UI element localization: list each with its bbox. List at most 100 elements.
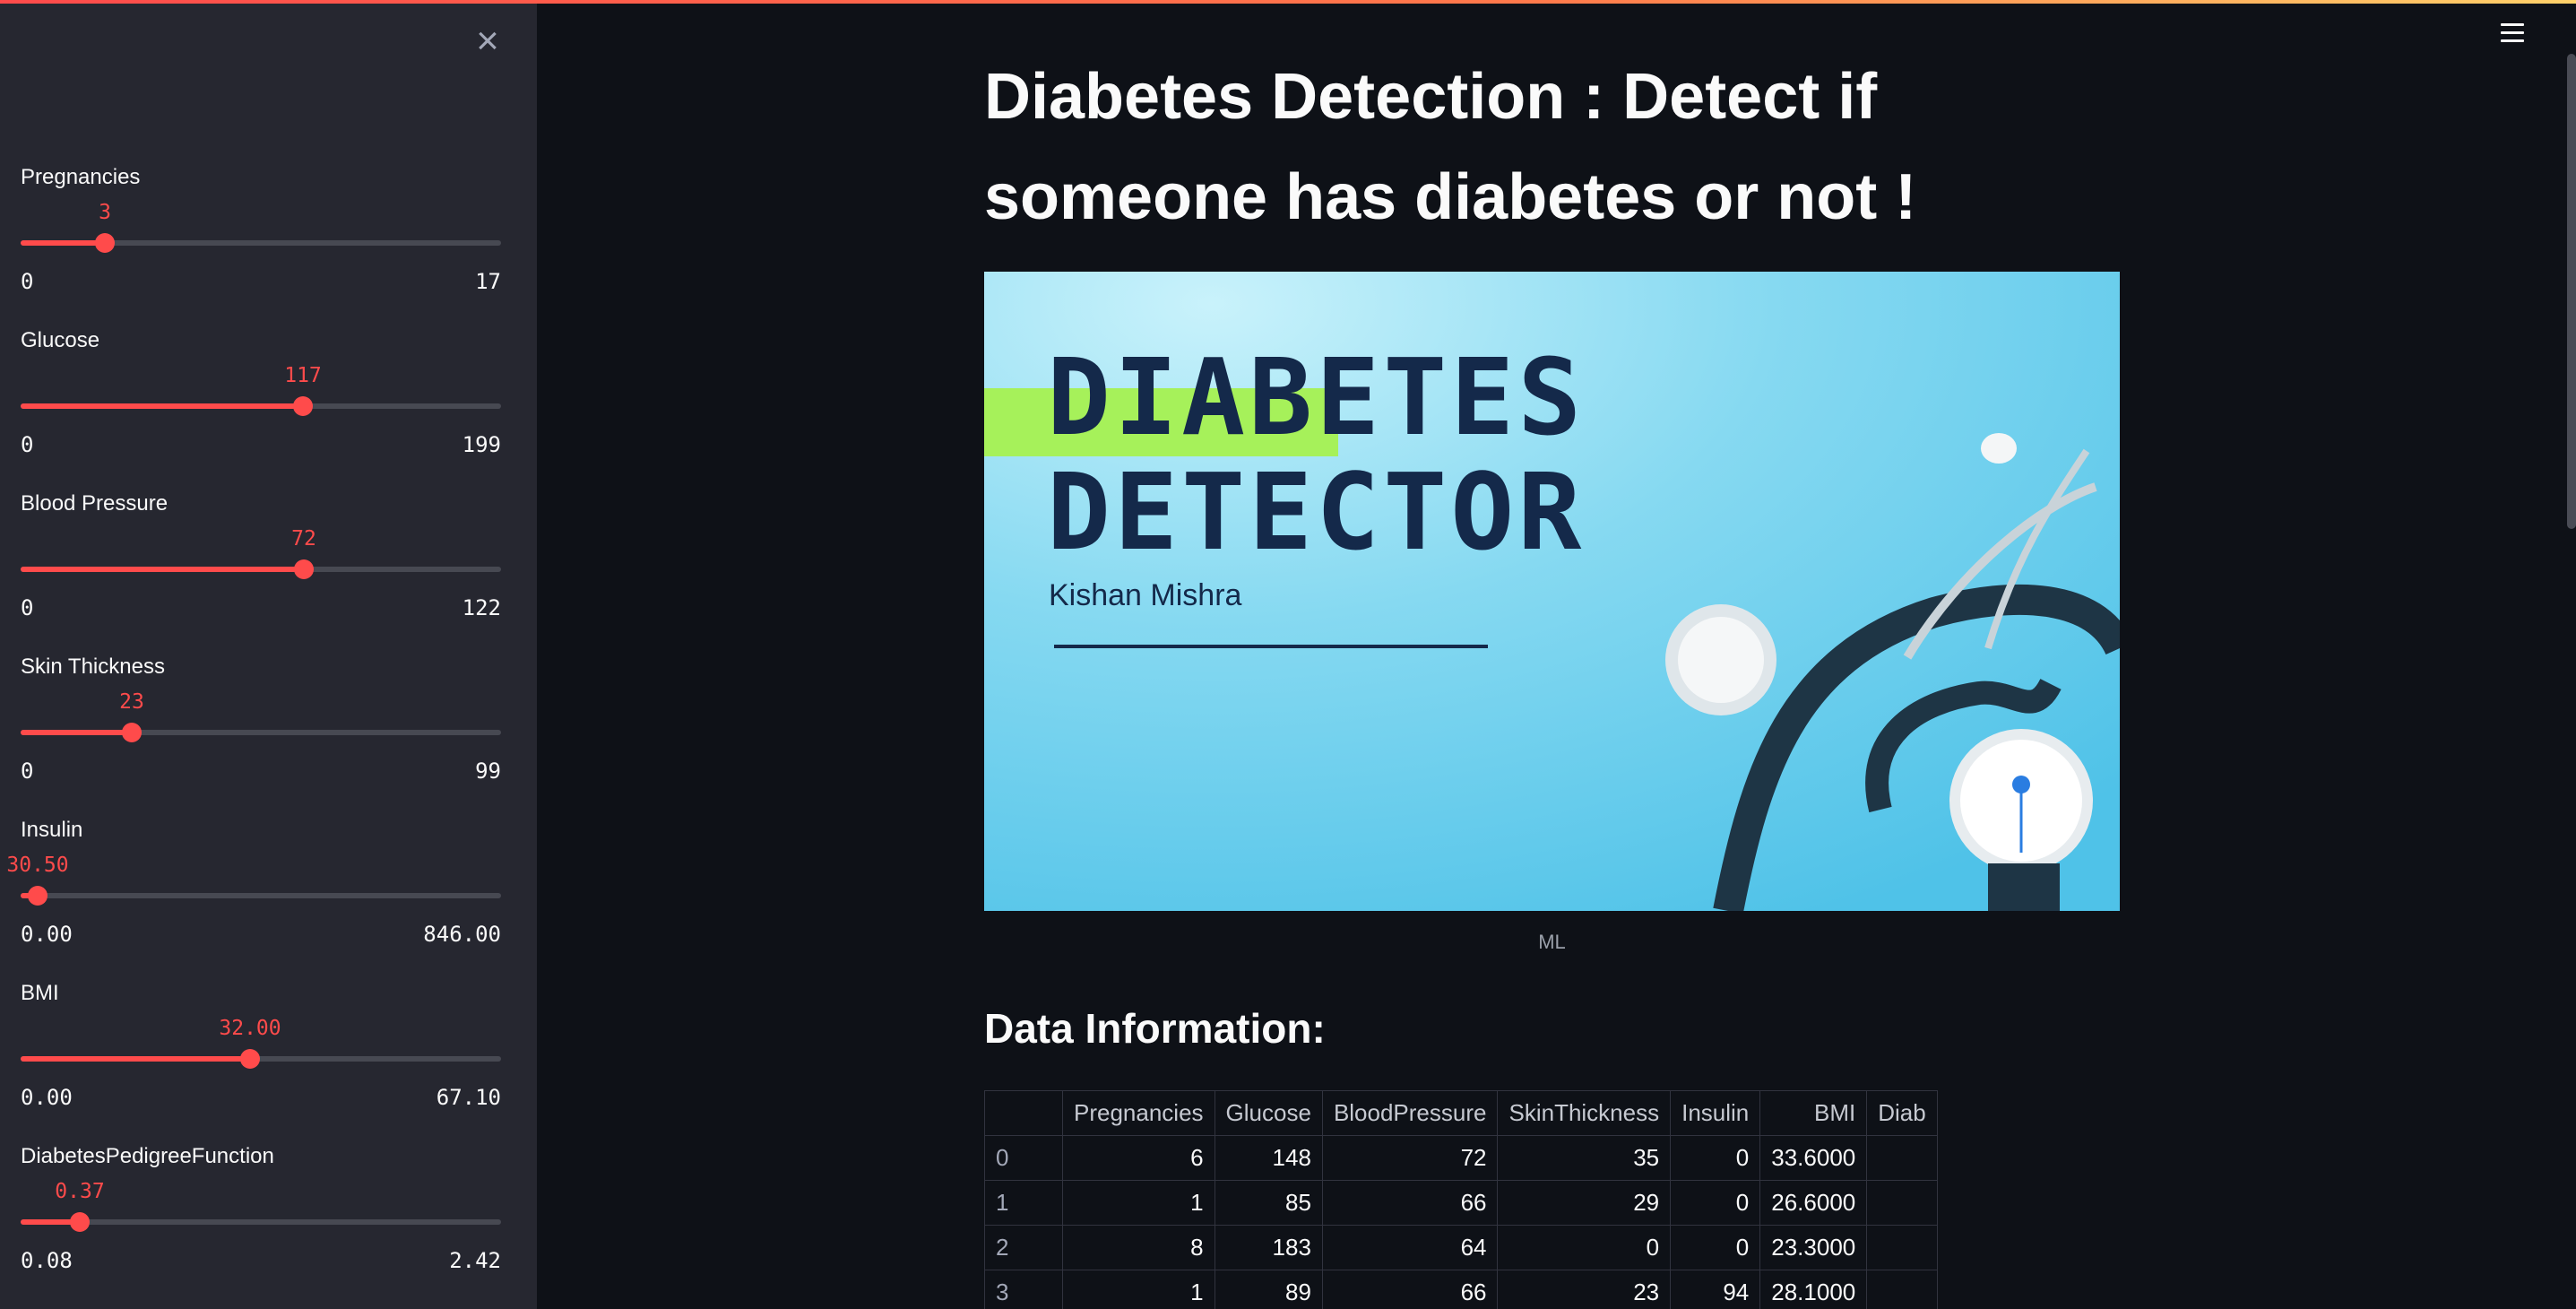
slider-min: 0 [21,759,34,784]
row-index: 1 [984,1180,1063,1226]
table-cell: 26.6000 [1759,1180,1868,1226]
slider-label: BMI [21,981,59,1005]
slider-max: 17 [475,269,501,294]
section-title: Data Information: [984,1005,1326,1052]
row-index: 2 [984,1225,1063,1270]
slider[interactable]: Insulin 30.50 0.00 846.00 [6,818,501,970]
table-cell: 23 [1497,1270,1672,1309]
table-column-header[interactable]: BMI [1759,1090,1868,1136]
slider-max: 199 [462,432,501,457]
table-cell: 89 [1214,1270,1323,1309]
slider-label: Pregnancies [21,165,141,189]
table-cell: 0 [1670,1180,1761,1226]
table-cell [1866,1270,1938,1309]
table-cell: 94 [1670,1270,1761,1309]
table-column-header[interactable]: Glucose [1214,1090,1323,1136]
row-index: 3 [984,1270,1063,1309]
slider[interactable]: BMI 32.00 0.00 67.10 [21,981,501,1133]
slider-label: Blood Pressure [21,491,169,516]
table-cell: 29 [1497,1180,1672,1226]
slider-thumb[interactable] [95,233,115,253]
slider-thumb[interactable] [294,559,314,579]
table-row: 0 6 148 72 35 0 33.6000 [984,1135,1938,1181]
table-cell: 0 [1670,1225,1761,1270]
slider-value: 0.37 [55,1180,105,1203]
slider-label: Glucose [21,328,100,352]
slider-fill [21,403,303,409]
slider-value: 32.00 [219,1017,281,1040]
slider-thumb[interactable] [122,723,142,742]
slider[interactable]: DiabetesPedigreeFunction 0.37 0.08 2.42 [21,1144,501,1296]
image-caption: ML [1538,931,1566,953]
slider-value: 3 [99,201,111,224]
data-table[interactable]: Pregnancies Glucose BloodPressure SkinTh… [984,1090,2120,1309]
table-index-header [984,1090,1063,1136]
slider-track[interactable] [21,723,501,742]
table-cell: 85 [1214,1180,1323,1226]
table-cell: 28.1000 [1759,1270,1868,1309]
slider-track[interactable] [21,1049,501,1069]
table-cell: 33.6000 [1759,1135,1868,1181]
slider-min: 0 [21,595,34,620]
table-cell: 64 [1321,1225,1499,1270]
slider-min: 0.08 [21,1248,73,1273]
sidebar: × Pregnancies 3 0 17 Glucose 117 0 199 Blood Pre… [0,4,537,1309]
slider-track[interactable] [21,396,501,416]
slider-min: 0.00 [21,922,73,947]
table-column-header[interactable]: Diab [1866,1090,1938,1136]
table-column-header[interactable]: Insulin [1670,1090,1761,1136]
slider-max: 846.00 [423,922,501,947]
slider-thumb[interactable] [293,396,313,416]
table-cell: 6 [1062,1135,1215,1181]
slider-min: 0 [21,269,34,294]
hamburger-menu-icon[interactable] [2501,23,2524,47]
slider-label: Insulin [21,818,83,842]
table-cell: 1 [1062,1180,1215,1226]
slider[interactable]: Skin Thickness 23 0 99 [21,654,501,807]
hero-author: Kishan Mishra [1049,578,1242,612]
slider-min: 0.00 [21,1085,73,1110]
table-column-header[interactable]: SkinThickness [1497,1090,1672,1136]
table-column-header[interactable]: BloodPressure [1321,1090,1499,1136]
slider-value: 23 [119,690,144,714]
main-scrollbar[interactable] [2567,54,2576,529]
slider-max: 122 [462,595,501,620]
slider-max: 2.42 [449,1248,501,1273]
slider-value: 72 [291,527,316,550]
slider-value: 30.50 [6,854,69,877]
slider-fill [21,1056,250,1062]
close-icon[interactable]: × [468,22,507,61]
table-row: 3 1 89 66 23 94 28.1000 [984,1270,1938,1309]
slider[interactable]: Blood Pressure 72 0 122 [21,491,501,644]
table-row: 2 8 183 64 0 0 23.3000 [984,1225,1938,1270]
table-cell: 66 [1321,1270,1499,1309]
table-row: 1 1 85 66 29 0 26.6000 [984,1180,1938,1226]
slider-track[interactable] [21,559,501,579]
slider-fill [21,240,105,246]
table-cell: 148 [1214,1135,1323,1181]
slider-max: 67.10 [436,1085,501,1110]
table-cell: 0 [1670,1135,1761,1181]
slider-track[interactable] [21,233,501,253]
slider-track[interactable] [21,1212,501,1232]
table-column-header[interactable]: Pregnancies [1062,1090,1215,1136]
hero-divider [1054,645,1488,648]
slider-thumb[interactable] [70,1212,90,1232]
table-cell: 8 [1062,1225,1215,1270]
slider-thumb[interactable] [28,886,48,906]
table-cell: 1 [1062,1270,1215,1309]
slider-value: 117 [284,364,322,387]
table-cell [1866,1180,1938,1226]
table-cell: 66 [1321,1180,1499,1226]
slider[interactable]: Glucose 117 0 199 [21,328,501,481]
slider[interactable]: Pregnancies 3 0 17 [21,165,501,317]
table-cell [1866,1225,1938,1270]
table-cell: 183 [1214,1225,1323,1270]
table-cell: 72 [1321,1135,1499,1181]
slider-track[interactable] [21,886,501,906]
slider-thumb[interactable] [240,1049,260,1069]
page-title: Diabetes Detection : Detect if someone h… [984,61,1917,233]
table-cell: 0 [1497,1225,1672,1270]
row-index: 0 [984,1135,1063,1181]
slider-label: Skin Thickness [21,654,165,679]
